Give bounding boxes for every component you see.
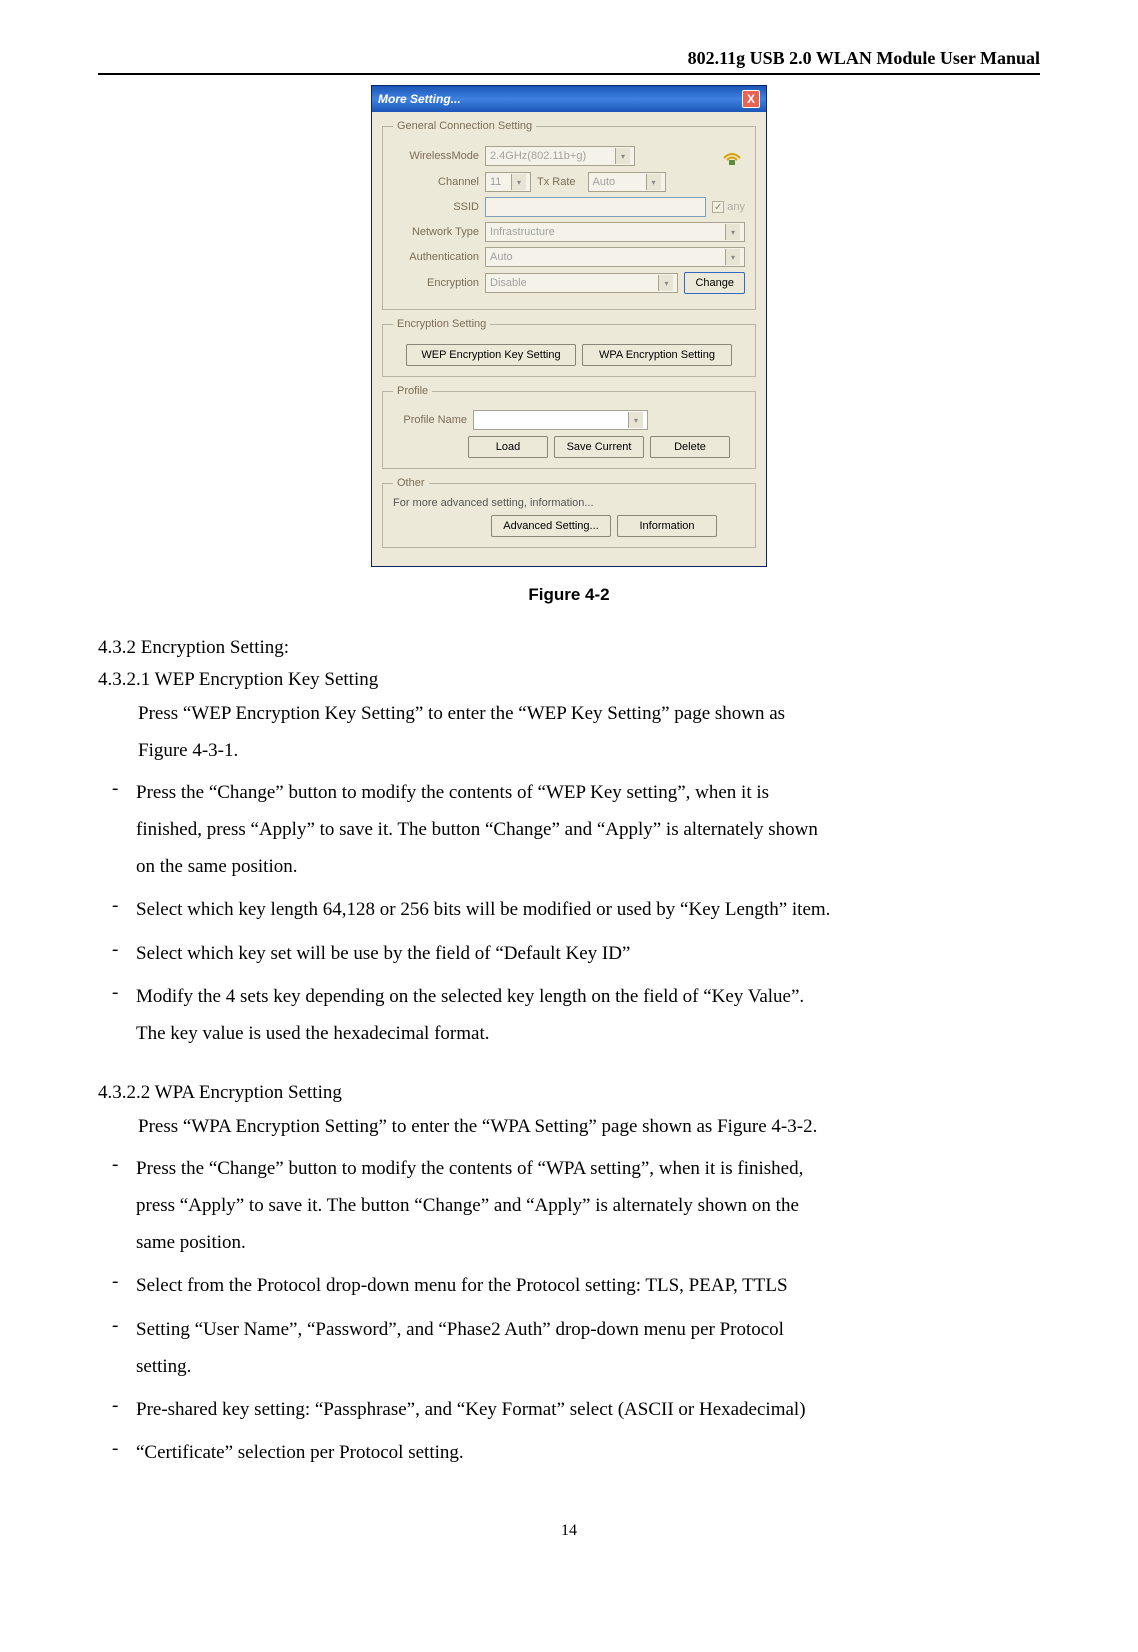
wpa-bullet1-l1: Press the “Change” button to modify the … <box>136 1152 1040 1185</box>
load-button[interactable]: Load <box>468 436 548 458</box>
wep-intro-line2: Figure 4-3-1. <box>98 734 1040 767</box>
page-header: 802.11g USB 2.0 WLAN Module User Manual <box>98 48 1040 75</box>
chevron-down-icon: ▾ <box>725 249 740 265</box>
wirelessmode-value: 2.4GHz(802.11b+g) <box>490 150 586 162</box>
other-group: Other For more advanced setting, informa… <box>382 477 756 548</box>
profile-group: Profile Profile Name ▾ Load Save Current <box>382 385 756 469</box>
networktype-select[interactable]: Infrastructure ▾ <box>485 222 745 242</box>
page-number: 14 <box>98 1522 1040 1540</box>
check-icon: ✓ <box>712 201 724 213</box>
channel-label: Channel <box>393 176 485 188</box>
encryption-setting-group: Encryption Setting WEP Encryption Key Se… <box>382 318 756 377</box>
chevron-down-icon: ▾ <box>511 174 526 190</box>
other-legend: Other <box>393 477 429 489</box>
other-note: For more advanced setting, information..… <box>393 497 745 509</box>
wep-bullet1-l1: Press the “Change” button to modify the … <box>136 776 1040 809</box>
auth-select[interactable]: Auto ▾ <box>485 247 745 267</box>
bullet-dash: - <box>98 1432 136 1473</box>
auth-value: Auto <box>490 251 513 263</box>
advanced-setting-button[interactable]: Advanced Setting... <box>491 515 611 537</box>
encryption-label: Encryption <box>393 277 485 289</box>
wep-key-setting-button[interactable]: WEP Encryption Key Setting <box>406 344 576 366</box>
information-button[interactable]: Information <box>617 515 717 537</box>
section-4-3-2: 4.3.2 Encryption Setting: <box>98 637 1040 659</box>
wpa-bullet4: Pre-shared key setting: “Passphrase”, an… <box>136 1393 1040 1426</box>
channel-select[interactable]: 11 ▾ <box>485 172 531 192</box>
more-setting-dialog: More Setting... X General Connection Set… <box>371 85 767 567</box>
auth-label: Authentication <box>393 251 485 263</box>
general-connection-group: General Connection Setting WirelessMode … <box>382 120 756 310</box>
section-4-3-2-1: 4.3.2.1 WEP Encryption Key Setting <box>98 669 1040 691</box>
wpa-bullet3-l1: Setting “User Name”, “Password”, and “Ph… <box>136 1313 1040 1346</box>
wireless-signal-icon <box>719 145 745 167</box>
bullet-dash: - <box>98 933 136 974</box>
any-checkbox-label: any <box>727 201 745 213</box>
wep-bullet1-l3: on the same position. <box>136 850 1040 883</box>
encryption-select[interactable]: Disable ▾ <box>485 273 678 293</box>
wpa-setting-button[interactable]: WPA Encryption Setting <box>582 344 732 366</box>
figure-caption: Figure 4-2 <box>98 585 1040 605</box>
wep-bullet4-l1: Modify the 4 sets key depending on the s… <box>136 980 1040 1013</box>
change-button[interactable]: Change <box>684 272 745 294</box>
wpa-bullet1-l2: press “Apply” to save it. The button “Ch… <box>136 1189 1040 1222</box>
bullet-dash: - <box>98 1265 136 1306</box>
wirelessmode-label: WirelessMode <box>393 150 485 162</box>
wep-bullet4-l2: The key value is used the hexadecimal fo… <box>136 1017 1040 1050</box>
bullet-dash: - <box>98 1309 136 1388</box>
chevron-down-icon: ▾ <box>615 148 630 164</box>
networktype-label: Network Type <box>393 226 485 238</box>
bullet-dash: - <box>98 1389 136 1430</box>
txrate-select[interactable]: Auto ▾ <box>588 172 666 192</box>
networktype-value: Infrastructure <box>490 226 555 238</box>
profilename-label: Profile Name <box>393 414 473 426</box>
profile-legend: Profile <box>393 385 432 397</box>
txrate-value: Auto <box>593 176 616 188</box>
bullet-dash: - <box>98 889 136 930</box>
wep-bullet3: Select which key set will be use by the … <box>136 937 1040 970</box>
dialog-title: More Setting... <box>378 92 461 106</box>
wep-bullet2: Select which key length 64,128 or 256 bi… <box>136 893 1040 926</box>
section-4-3-2-2: 4.3.2.2 WPA Encryption Setting <box>98 1082 1040 1104</box>
save-current-button[interactable]: Save Current <box>554 436 644 458</box>
delete-button[interactable]: Delete <box>650 436 730 458</box>
bullet-dash: - <box>98 976 136 1055</box>
general-connection-legend: General Connection Setting <box>393 120 536 132</box>
wpa-intro: Press “WPA Encryption Setting” to enter … <box>98 1110 1040 1143</box>
wpa-bullet2: Select from the Protocol drop-down menu … <box>136 1269 1040 1302</box>
txrate-label: Tx Rate <box>537 176 582 188</box>
ssid-input[interactable] <box>485 197 706 217</box>
bullet-dash: - <box>98 772 136 888</box>
encryption-setting-legend: Encryption Setting <box>393 318 490 330</box>
wep-intro-line1: Press “WEP Encryption Key Setting” to en… <box>98 697 1040 730</box>
dialog-titlebar: More Setting... X <box>372 86 766 112</box>
channel-value: 11 <box>490 176 501 188</box>
wpa-bullet5: “Certificate” selection per Protocol set… <box>136 1436 1040 1469</box>
encryption-value: Disable <box>490 277 527 289</box>
profilename-select[interactable]: ▾ <box>473 410 648 430</box>
any-checkbox[interactable]: ✓ any <box>712 201 745 213</box>
wpa-bullet3-l2: setting. <box>136 1350 1040 1383</box>
wep-bullet1-l2: finished, press “Apply” to save it. The … <box>136 813 1040 846</box>
ssid-label: SSID <box>393 201 485 213</box>
chevron-down-icon: ▾ <box>628 412 643 428</box>
wirelessmode-select[interactable]: 2.4GHz(802.11b+g) ▾ <box>485 146 635 166</box>
chevron-down-icon: ▾ <box>658 275 673 291</box>
bullet-dash: - <box>98 1148 136 1264</box>
close-icon[interactable]: X <box>742 90 760 108</box>
chevron-down-icon: ▾ <box>646 174 661 190</box>
chevron-down-icon: ▾ <box>725 224 740 240</box>
wpa-bullet1-l3: same position. <box>136 1226 1040 1259</box>
